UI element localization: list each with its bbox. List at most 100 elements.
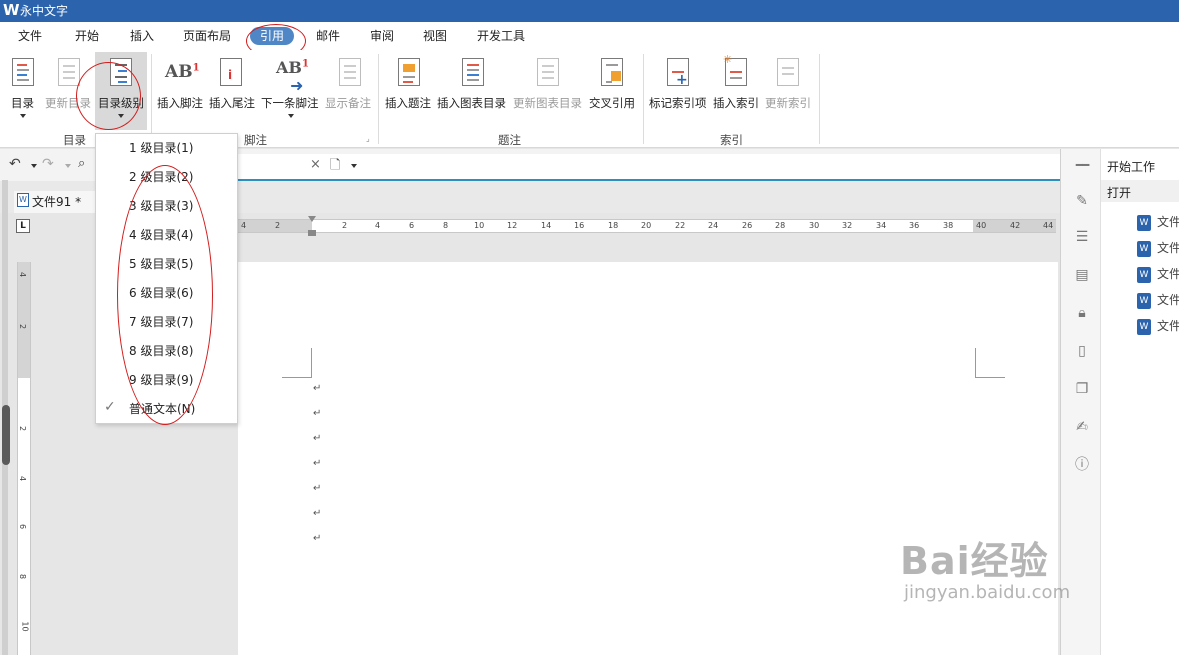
insert-figure-toc-button[interactable]: 插入图表目录 [437,96,506,110]
layers-icon[interactable]: ▤ [1074,267,1090,283]
menu-page-layout[interactable]: 页面布局 [183,28,231,44]
menu-mailings[interactable]: 邮件 [316,28,340,44]
insert-endnote-icon: i [220,58,242,86]
ruler-tick: 2 [18,323,28,330]
insert-index-button[interactable]: 插入索引 [713,96,759,110]
group-label-index: 索引 [720,133,743,147]
app-logo-icon: W [3,1,20,19]
help-icon[interactable]: ⓘ [1074,457,1090,473]
pencil-icon[interactable]: ✎ [1074,193,1090,209]
menu-view[interactable]: 视图 [423,28,447,44]
ruler-tick: 4 [18,271,28,278]
paragraph-mark: ↵ [313,533,322,544]
ruler-tick: 6 [409,221,415,230]
update-index-icon [777,58,799,86]
ruler-tick: 8 [443,221,449,230]
recent-file[interactable]: W 文件 [1137,291,1179,309]
horizontal-ruler[interactable]: 4 2 2 4 6 8 10 12 14 16 18 20 22 24 26 2… [238,216,1056,236]
toc-icon[interactable] [12,58,34,86]
pane-title: 开始工作 [1107,160,1156,174]
toc-level-1-item[interactable]: 1 级目录(1) [129,140,193,156]
redo-icon[interactable]: ↷ [42,156,54,172]
word-doc-icon: W [17,193,29,207]
ruler-tick: 2 [18,425,28,432]
recent-file[interactable]: W 文件 [1137,213,1179,231]
paragraph-mark: ↵ [313,458,322,469]
annotation-oval-levels [117,165,213,425]
insert-footnote-button[interactable]: 插入脚注 [157,96,203,110]
menu-developer[interactable]: 开发工具 [477,28,525,44]
undo-icon[interactable]: ↶ [9,156,21,172]
menu-review[interactable]: 审阅 [370,28,394,44]
menu-bar: 文件 开始 插入 页面布局 引用 邮件 审阅 视图 开发工具 [0,22,1179,50]
ruler-tick: 14 [541,221,552,230]
ruler-tick: 10 [20,621,30,632]
undo-caret[interactable] [31,164,37,168]
paragraph-mark: ↵ [313,383,322,394]
ruler-tick: 4 [375,221,381,230]
ruler-tick: 2 [275,221,281,230]
cross-reference-button[interactable]: 交叉引用 [589,96,635,110]
watermark-url: jingyan.baidu.com [904,582,1071,603]
mark-index-entry-button[interactable]: 标记索引项 [649,96,707,110]
word-file-icon: W [1137,214,1151,231]
word-file-icon: W [1137,318,1151,335]
ruler-tick: 34 [876,221,887,230]
show-notes-button[interactable]: 显示备注 [325,96,371,110]
ruler-tick: 38 [943,221,954,230]
edit-note-icon[interactable]: ✍ [1074,419,1090,435]
menu-file[interactable]: 文件 [18,28,42,44]
insert-figure-toc-icon [462,58,484,86]
paragraph-mark: ↵ [313,508,322,519]
toc-button[interactable]: 目录 [11,96,34,110]
group-label-footnote: 脚注 [244,133,267,147]
insert-index-icon: ✳ [723,53,747,86]
new-document-caret[interactable] [351,164,357,168]
open-label[interactable]: 打开 [1107,184,1131,201]
vertical-scroll-thumb[interactable] [2,405,10,465]
recent-file[interactable]: W 文件 [1137,239,1179,257]
arrow-right-icon: ➜ [290,76,304,95]
update-index-button[interactable]: 更新索引 [765,96,811,110]
document-tab[interactable]: W 文件91 * [14,191,96,213]
toc-dropdown-caret[interactable] [20,114,26,118]
paragraph-mark: ↵ [313,483,322,494]
group-label-toc: 目录 [63,133,86,147]
new-document-icon[interactable]: 🗋 [330,156,340,178]
vertical-ruler[interactable]: 4 2 2 4 6 8 10 [17,262,31,655]
next-footnote-caret[interactable] [288,114,294,118]
recent-file[interactable]: W 文件 [1137,265,1179,283]
update-figure-toc-icon [537,58,559,86]
clip-icon[interactable]: ▯ [1074,343,1090,359]
redo-caret[interactable] [65,164,71,168]
indent-marker[interactable] [308,216,316,236]
ruler-tick: 40 [976,221,987,230]
cross-reference-icon [601,58,623,86]
ruler-tick: 20 [641,221,652,230]
copy-icon[interactable]: ❐ [1074,381,1090,397]
insert-caption-icon [398,58,420,86]
update-figure-toc-button[interactable]: 更新图表目录 [513,96,582,110]
insert-endnote-button[interactable]: 插入尾注 [209,96,255,110]
print-preview-icon[interactable]: ⌕ [78,156,85,171]
ruler-tick: 10 [474,221,485,230]
recent-file[interactable]: W 文件 [1137,317,1179,335]
next-footnote-button[interactable]: 下一条脚注 [261,96,319,110]
insert-caption-button[interactable]: 插入题注 [385,96,431,110]
ruler-tick: 26 [742,221,753,230]
tab-stop-selector[interactable]: L [16,219,30,233]
collapse-pane-icon[interactable]: ━━ [1074,157,1090,173]
ruler-tick: 6 [18,523,28,530]
paragraph-mark: ↵ [313,408,322,419]
ruler-tick: 36 [909,221,920,230]
right-task-pane: ━━ ✎ ☰ ▤ 🔒︎ ▯ ❐ ✍ ⓘ 开始工作 打开 W 文件 W 文件 W 文件 … [1060,149,1179,655]
margin-corner-right [975,348,1005,378]
close-tab-icon[interactable]: × [310,157,321,172]
footnote-dialog-launcher-icon[interactable]: ⌟ [366,134,370,143]
lock-icon[interactable]: 🔒︎ [1074,305,1090,321]
menu-home[interactable]: 开始 [75,28,99,44]
settings-sliders-icon[interactable]: ☰ [1074,229,1090,245]
ruler-tick: 8 [18,573,28,580]
word-file-icon: W [1137,292,1151,309]
menu-insert[interactable]: 插入 [130,28,154,44]
